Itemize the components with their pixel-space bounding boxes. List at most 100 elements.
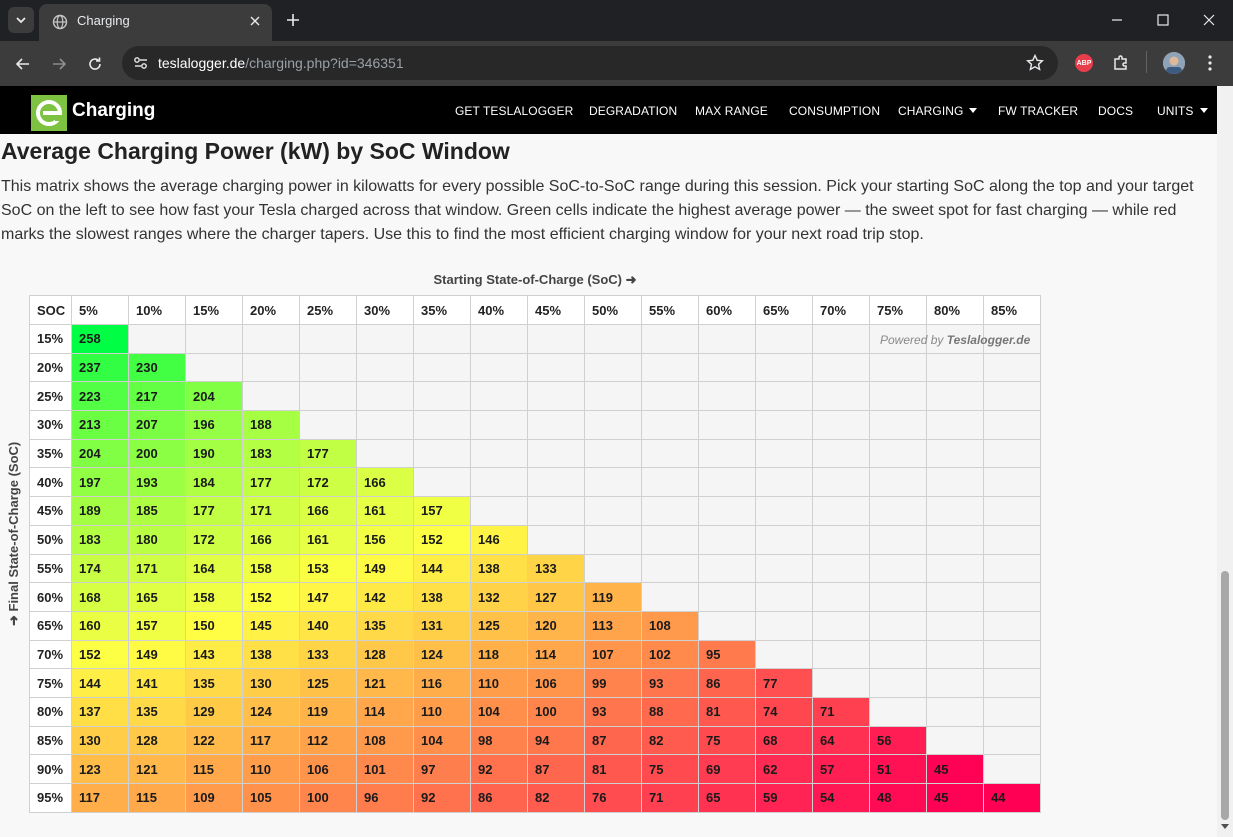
matrix-cell: 102 <box>641 639 699 670</box>
matrix-cell: 117 <box>242 725 300 756</box>
matrix-cell: 117 <box>71 783 129 813</box>
teslalogger-logo-icon[interactable] <box>31 95 67 131</box>
matrix-empty-cell <box>641 381 699 412</box>
matrix-col-header: 30% <box>356 295 414 325</box>
matrix-cell: 147 <box>299 582 357 612</box>
matrix-row: 30% 213 207 196 188 <box>29 410 1041 440</box>
matrix-empty-cell <box>983 610 1041 641</box>
matrix-cell: 130 <box>242 668 300 698</box>
matrix-cell: 122 <box>185 725 243 756</box>
matrix-empty-cell <box>299 352 357 383</box>
matrix-row-header: 80% <box>29 696 72 727</box>
close-icon[interactable] <box>246 12 264 30</box>
matrix-row-header: 85% <box>29 725 72 756</box>
matrix-empty-cell <box>755 524 813 555</box>
matrix-row: 20% 237 230 <box>29 352 1041 383</box>
matrix-empty-cell <box>698 352 756 383</box>
matrix-cell: 145 <box>242 610 300 641</box>
adblock-extension-button[interactable]: ABP <box>1073 52 1095 74</box>
matrix-empty-cell <box>983 754 1041 784</box>
matrix-empty-cell <box>242 352 300 383</box>
matrix-cell: 71 <box>641 783 699 813</box>
matrix-cell: 51 <box>869 754 927 784</box>
minimize-button[interactable] <box>1102 6 1132 34</box>
matrix-row: 55% 174 171 164 158 153 149 144 138 133 <box>29 553 1041 584</box>
matrix-empty-cell <box>812 352 870 383</box>
matrix-cell: 119 <box>584 582 642 612</box>
matrix-cell: 93 <box>584 696 642 727</box>
matrix-cell: 197 <box>71 467 129 498</box>
matrix-cell: 69 <box>698 754 756 784</box>
matrix-empty-cell <box>356 324 414 354</box>
site-navbar: Charging GET TESLALOGGER DEGRADATION MAX… <box>0 86 1217 134</box>
matrix-cell: 166 <box>299 496 357 526</box>
nav-units-dropdown[interactable]: UNITS <box>1157 104 1208 118</box>
matrix-empty-cell <box>356 381 414 412</box>
nav-get-teslalogger[interactable]: GET TESLALOGGER <box>455 104 573 118</box>
scrollbar-thumb[interactable] <box>1221 571 1229 820</box>
matrix-empty-cell <box>869 582 927 612</box>
matrix-row: 65% 160 157 150 145 140 135 131 125 120 113 108 <box>29 610 1041 641</box>
matrix-cell: 68 <box>755 725 813 756</box>
nav-fw-tracker[interactable]: FW TRACKER <box>998 104 1078 118</box>
matrix-empty-cell <box>983 553 1041 584</box>
matrix-empty-cell <box>812 381 870 412</box>
matrix-empty-cell <box>926 352 984 383</box>
reload-button[interactable] <box>81 50 109 78</box>
matrix-cell: 142 <box>356 582 414 612</box>
profile-button[interactable] <box>1163 52 1185 74</box>
matrix-cell: 86 <box>470 783 528 813</box>
matrix-cell: 125 <box>470 610 528 641</box>
matrix-cell: 168 <box>71 582 129 612</box>
matrix-row-header: 95% <box>29 783 72 813</box>
matrix-cell: 137 <box>71 696 129 727</box>
browser-menu-button[interactable] <box>1199 52 1221 74</box>
tab-search-button[interactable] <box>8 7 34 33</box>
nav-degradation[interactable]: DEGRADATION <box>589 104 677 118</box>
nav-consumption[interactable]: CONSUMPTION <box>789 104 880 118</box>
matrix-cell: 129 <box>185 696 243 727</box>
window-close-button[interactable] <box>1194 6 1224 34</box>
matrix-empty-cell <box>641 324 699 354</box>
matrix-cell: 112 <box>299 725 357 756</box>
matrix-empty-cell <box>470 496 528 526</box>
chevron-down-icon <box>16 17 26 24</box>
back-button[interactable] <box>9 50 37 78</box>
tab-charging[interactable]: Charging <box>39 4 272 41</box>
matrix-cell: 223 <box>71 381 129 412</box>
nav-charging-dropdown[interactable]: CHARGING <box>898 104 978 118</box>
forward-button[interactable] <box>45 50 73 78</box>
matrix-col-header: 80% <box>926 295 984 325</box>
arrow-left-icon <box>15 58 29 70</box>
matrix-cell: 156 <box>356 524 414 555</box>
matrix-cell: 104 <box>470 696 528 727</box>
matrix-empty-cell <box>584 524 642 555</box>
matrix-empty-cell <box>812 639 870 670</box>
address-bar[interactable]: teslalogger.de/charging.php?id=346351 <box>122 46 1058 80</box>
site-settings-icon[interactable] <box>132 54 150 72</box>
nav-max-range[interactable]: MAX RANGE <box>695 104 768 118</box>
tab-title: Charging <box>77 13 130 28</box>
matrix-row-header: 35% <box>29 438 72 469</box>
maximize-button[interactable] <box>1148 6 1178 34</box>
matrix-row: 25% 223 217 204 <box>29 381 1041 412</box>
matrix-cell: 180 <box>128 524 186 555</box>
matrix-row: 60% 168 165 158 152 147 142 138 132 127 119 <box>29 582 1041 612</box>
page-scrollbar[interactable] <box>1217 86 1233 837</box>
adblock-icon: ABP <box>1075 54 1093 72</box>
bookmark-star-icon[interactable] <box>1026 54 1044 72</box>
matrix-empty-cell <box>641 496 699 526</box>
extensions-button[interactable] <box>1110 52 1132 74</box>
url-host: teslalogger.de <box>158 55 246 71</box>
matrix-empty-cell <box>926 553 984 584</box>
matrix-empty-cell <box>641 582 699 612</box>
matrix-empty-cell <box>983 696 1041 727</box>
nav-docs[interactable]: DOCS <box>1098 104 1133 118</box>
matrix-empty-cell <box>926 610 984 641</box>
matrix-cell: 64 <box>812 725 870 756</box>
scroll-down-arrow-icon[interactable] <box>1221 824 1229 829</box>
powered-by-brand: Teslalogger.de <box>946 333 1031 347</box>
matrix-cell: 59 <box>755 783 813 813</box>
new-tab-button[interactable] <box>283 10 303 30</box>
brand-name[interactable]: Charging <box>72 100 155 122</box>
